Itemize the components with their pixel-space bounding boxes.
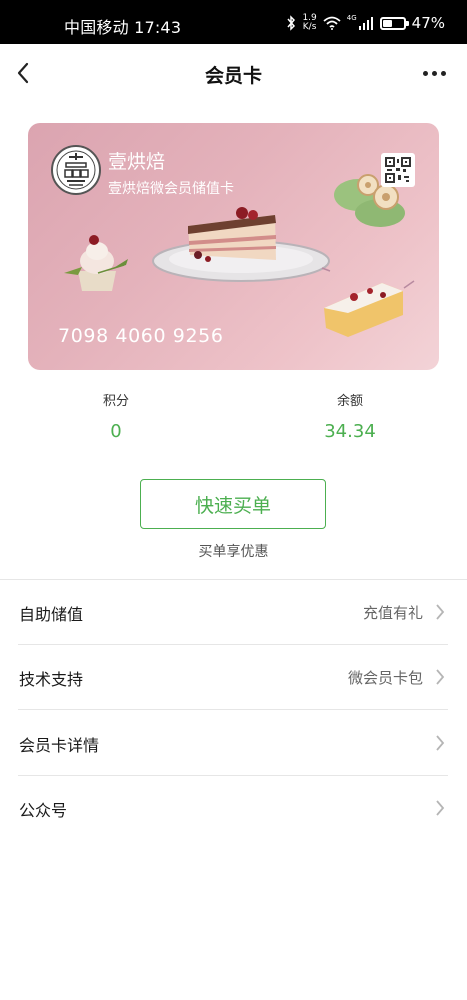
balance-value: 34.34 [324,421,376,442]
wifi-icon [323,16,341,30]
battery-percent: 47% [411,14,445,32]
bluetooth-icon [287,15,296,31]
status-bar: 中国移动 17:43 1.9 K/s 4G 47% [0,0,467,44]
nav-bar: 会员卡 [0,44,467,102]
balance-stat[interactable]: 余额 34.34 [270,390,430,442]
speed-unit: K/s [302,22,317,32]
menu-item-label: 会员卡详情 [19,736,100,755]
menu-item-self-recharge[interactable]: 自助储值 充值有礼 [0,582,467,642]
chevron-right-icon [436,604,445,620]
menu-item-label: 自助储值 [19,605,84,624]
member-card[interactable]: 壹烘焙 壹烘焙微会员储值卡 7098 4060 9256 [28,123,439,370]
network-speed: 1.9 K/s [302,14,316,32]
signal-icon [358,17,373,30]
card-number: 7098 4060 9256 [58,325,224,347]
quick-pay-hint: 买单享优惠 [198,544,269,560]
row-divider [18,709,448,710]
menu-item-official-account[interactable]: 公众号 [0,778,467,838]
card-brand-name: 壹烘焙 [108,151,166,173]
section-divider [0,579,467,580]
battery-icon [379,16,409,30]
points-label: 积分 [102,394,129,409]
menu-item-tech-support[interactable]: 技术支持 微会员卡包 [0,647,467,707]
menu-item-card-details[interactable]: 会员卡详情 [0,713,467,773]
quick-pay-button[interactable]: 快速买单 [140,479,326,529]
qr-code-icon[interactable] [381,153,415,187]
status-icons: 1.9 K/s 4G 47% [286,12,445,34]
points-stat[interactable]: 积分 0 [36,390,196,442]
carrier-time: 中国移动 17:43 [64,18,182,37]
more-icon [422,70,428,76]
menu-item-label: 技术支持 [19,670,84,689]
points-value: 0 [110,421,122,442]
row-divider [18,644,448,645]
chevron-right-icon [436,800,445,816]
page-title: 会员卡 [204,65,262,87]
menu-item-label: 公众号 [19,801,68,820]
network-type: 4G [346,14,357,22]
card-subtitle: 壹烘焙微会员储值卡 [108,181,234,197]
chevron-right-icon [436,735,445,751]
row-divider [18,775,448,776]
shop-logo-icon [51,145,101,195]
chevron-right-icon [436,669,445,685]
balance-label: 余额 [336,394,363,409]
menu-item-value: 充值有礼 [362,604,423,622]
menu-item-value: 微会员卡包 [347,669,423,687]
more-button[interactable] [417,60,451,86]
battery-fill [382,19,392,27]
